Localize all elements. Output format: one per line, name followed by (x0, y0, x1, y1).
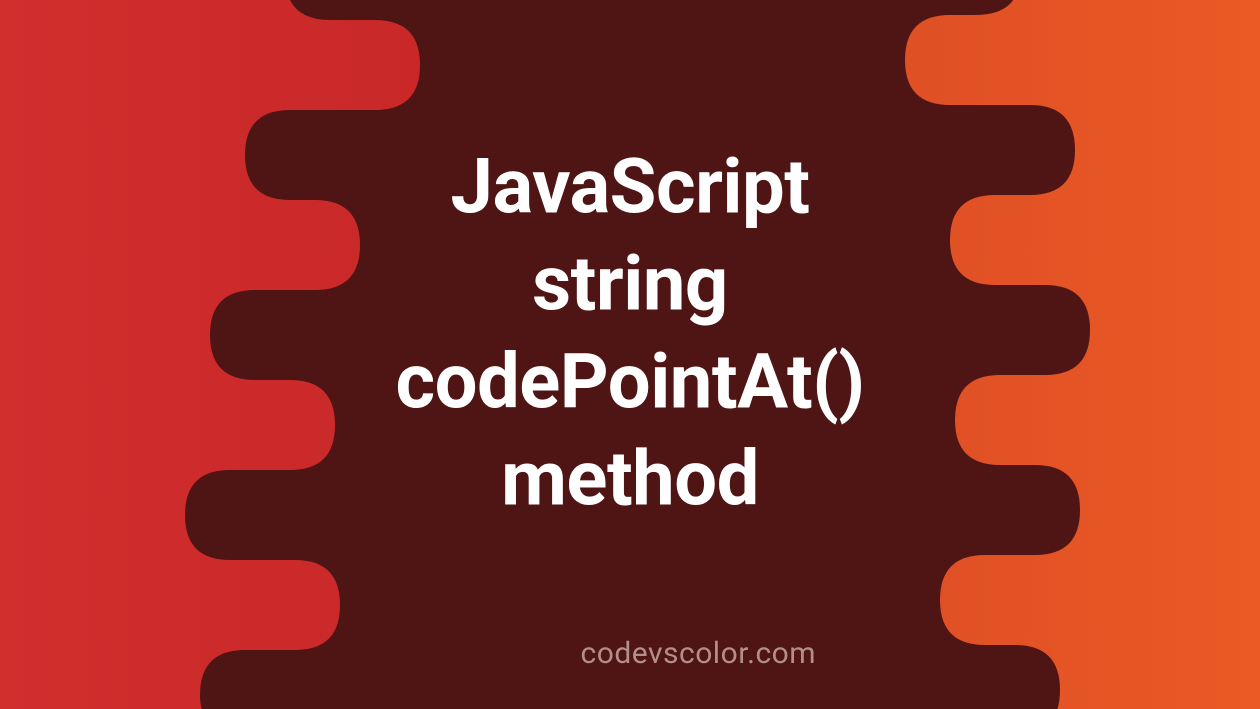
title-line-3: codePointAt() (180, 333, 1080, 430)
title-line-2: string (180, 236, 1080, 333)
banner-title: JavaScript string codePointAt() method (180, 139, 1080, 528)
site-watermark: codevscolor.com (581, 636, 817, 671)
title-line-1: JavaScript (180, 139, 1080, 236)
title-line-4: method (180, 430, 1080, 527)
